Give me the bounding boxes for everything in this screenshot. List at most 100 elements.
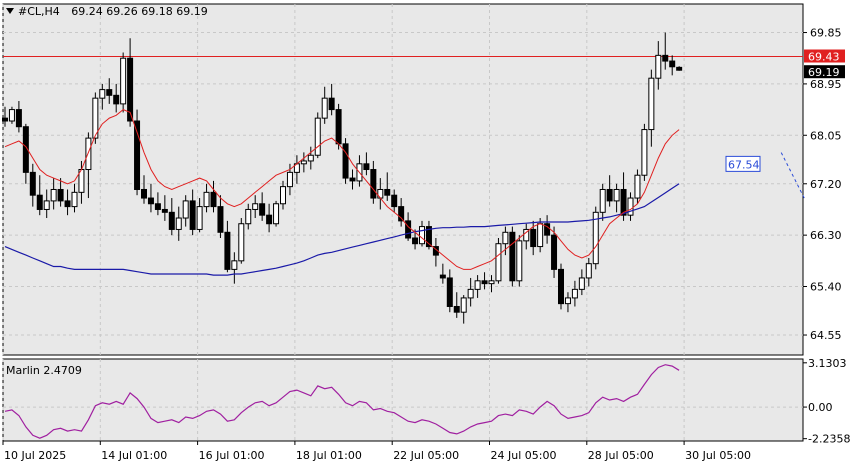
candle-body <box>168 211 175 230</box>
candle-body <box>300 160 307 165</box>
candle-body <box>370 169 377 199</box>
candle-body <box>286 171 293 188</box>
time-tick-label: 16 Jul 01:00 <box>199 449 265 462</box>
candle-body <box>224 231 231 270</box>
candle-body <box>141 188 147 199</box>
candle-body <box>474 280 481 290</box>
candle-body <box>676 66 683 71</box>
price-tick-label: 68.95 <box>810 78 842 91</box>
candle-body <box>613 188 620 202</box>
candle-body <box>8 109 15 122</box>
candle-body <box>502 231 509 245</box>
candle-body <box>210 191 217 208</box>
candle-body <box>36 194 43 210</box>
time-tick-label: 30 Jul 05:00 <box>685 449 751 462</box>
candle-body <box>349 177 356 182</box>
price-tick-label: 69.85 <box>810 27 842 40</box>
symbol-label: #CL,H4 <box>18 5 60 18</box>
candle-body <box>335 109 342 145</box>
candle-body <box>453 305 460 313</box>
indicator-tick-label: 0.00 <box>808 401 833 414</box>
candle-body <box>439 274 446 279</box>
candle-body <box>64 200 71 208</box>
candle-body <box>377 188 384 199</box>
candle-body <box>488 280 495 285</box>
candle-body <box>113 94 120 105</box>
chart-svg: 69.85 68.95 68.05 67.20 66.30 65.40 64.55 3.130… <box>2 3 850 462</box>
price-tick-label: 64.55 <box>810 329 842 342</box>
candle-body <box>259 203 266 216</box>
candle-body <box>585 263 592 279</box>
candle-body <box>15 109 22 128</box>
indicator-panel <box>2 358 804 442</box>
candle-body <box>537 223 544 248</box>
candle-body <box>147 197 154 205</box>
candle-body <box>203 191 210 208</box>
candle-body <box>85 137 92 171</box>
candle-body <box>29 171 36 196</box>
candle-body <box>231 260 238 270</box>
time-tick-label: 18 Jul 01:00 <box>296 449 362 462</box>
indicator-tick-label: 3.1303 <box>808 357 847 370</box>
candle-body <box>266 214 273 225</box>
candle-body <box>342 143 349 179</box>
candle-body <box>648 77 655 131</box>
candle-body <box>405 220 412 239</box>
candle-body <box>43 200 50 210</box>
time-tick-label: 28 Jul 05:00 <box>588 449 654 462</box>
candle-body <box>509 231 516 282</box>
candle-body <box>182 200 189 219</box>
candle-body <box>460 297 467 313</box>
candle-body <box>662 54 669 62</box>
candle-body <box>446 277 453 307</box>
price-tick-label: 65.40 <box>810 281 842 294</box>
time-tick-label: 22 Jul 05:00 <box>393 449 459 462</box>
candle-body <box>245 208 252 225</box>
price-tick-label: 68.05 <box>810 129 842 142</box>
candle-body <box>175 217 182 230</box>
candle-body <box>314 117 321 156</box>
candle-body <box>252 203 259 210</box>
candle-body <box>273 203 280 225</box>
candle-body <box>564 297 571 305</box>
candle-body <box>161 208 168 213</box>
candle-body <box>578 277 585 290</box>
candle-body <box>120 57 127 105</box>
candle-body <box>321 97 328 119</box>
ohlc-values: 69.24 69.26 69.18 69.19 <box>71 5 208 18</box>
candle-body <box>196 206 203 230</box>
candle-body <box>571 288 578 299</box>
time-tick-label: 14 Jul 01:00 <box>101 449 167 462</box>
dropdown-triangle-icon[interactable] <box>6 8 14 14</box>
candle-body <box>412 237 419 245</box>
candle-body <box>419 226 425 245</box>
price-tick-label: 67.20 <box>810 178 842 191</box>
candle-body <box>641 129 648 176</box>
candle-body <box>99 89 106 99</box>
candle-body <box>551 234 558 270</box>
candle-body <box>391 194 398 208</box>
candle-body <box>238 223 245 262</box>
candle-body <box>328 97 335 111</box>
candle-body <box>495 243 502 282</box>
candle-body <box>363 163 370 171</box>
candle-body <box>71 191 78 208</box>
indicator-label: Marlin 2.4709 <box>6 364 82 377</box>
candle-body <box>655 54 662 79</box>
candle-body <box>2 117 8 122</box>
candle-body <box>280 186 286 205</box>
candle-body <box>189 200 196 230</box>
resistance-price-label: 69.43 <box>808 51 840 64</box>
candle-body <box>154 203 161 210</box>
chart-header: #CL,H4 69.24 69.26 69.18 69.19 <box>6 5 208 18</box>
candle-body <box>558 268 564 305</box>
chart-container: 69.85 68.95 68.05 67.20 66.30 65.40 64.55 3.130… <box>0 0 853 467</box>
candle-body <box>106 89 113 96</box>
candle-body <box>599 188 606 213</box>
candle-body <box>481 280 488 285</box>
candle-body <box>384 188 391 196</box>
indicator-tick-label: -2.2358 <box>808 433 850 446</box>
candle-body <box>606 188 613 202</box>
candle-body <box>398 206 405 222</box>
candle-body <box>217 206 224 233</box>
